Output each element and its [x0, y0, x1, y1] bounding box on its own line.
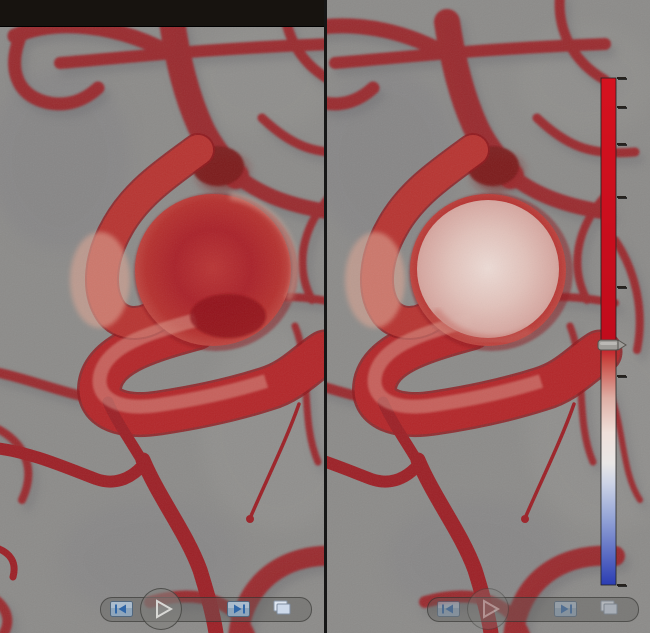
frame-rate-icon[interactable]: [598, 599, 622, 624]
panel-divider: [324, 0, 327, 633]
play-icon: [157, 601, 171, 617]
frame-rate-icon[interactable]: [271, 599, 295, 624]
step-back-button[interactable]: [110, 601, 133, 617]
viewport-pre: [0, 0, 324, 633]
field-of-view-readout: [333, 571, 343, 583]
viewport-post: [327, 0, 650, 633]
angulation-readout: [333, 617, 338, 631]
toolbar-ghost: [327, 0, 650, 26]
angulation-readout: [6, 617, 11, 631]
angio-view-pre[interactable]: [0, 0, 324, 633]
step-forward-button[interactable]: [554, 601, 577, 617]
step-forward-button[interactable]: [227, 601, 250, 617]
play-button[interactable]: [140, 588, 182, 630]
flow-analysis-app: [0, 0, 650, 633]
rotation-readout: [6, 601, 11, 615]
angio-view-post[interactable]: [327, 0, 650, 633]
play-button[interactable]: [467, 588, 509, 630]
rotation-readout: [333, 601, 338, 615]
field-of-view-readout: [6, 571, 16, 583]
step-back-button[interactable]: [437, 601, 460, 617]
play-icon: [484, 601, 498, 617]
toolbar: [0, 0, 324, 27]
